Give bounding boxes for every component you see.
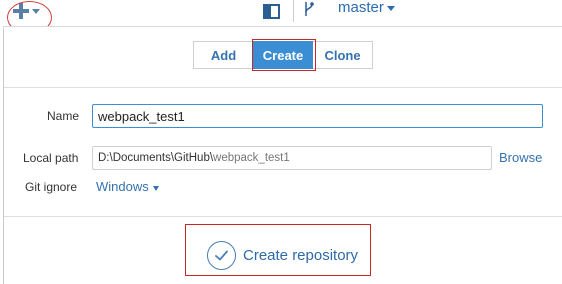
branch-caret-icon[interactable] (387, 6, 395, 11)
local-path-prefix: D:\Documents\GitHub\ (98, 152, 214, 164)
panel-border (3, 30, 4, 284)
caret-down-icon (32, 9, 40, 14)
local-path-suffix: webpack_test1 (213, 152, 290, 164)
divider (4, 87, 562, 88)
toolbar-divider (293, 0, 294, 22)
caret-down-icon[interactable] (153, 186, 159, 191)
create-repository-label: Create repository (243, 246, 359, 264)
branch-selector[interactable]: master (338, 0, 384, 16)
plus-icon (13, 3, 29, 19)
tab-clone[interactable]: Clone (313, 41, 373, 69)
local-path-input[interactable]: D:\Documents\GitHub\ webpack_test1 (92, 146, 492, 170)
mode-tabs: Add Create Clone (193, 41, 373, 69)
name-label: Name (47, 109, 80, 123)
git-ignore-select[interactable]: Windows (96, 179, 149, 194)
tab-create[interactable]: Create (253, 41, 313, 69)
panel-toggle-icon[interactable] (263, 4, 280, 19)
browse-link[interactable]: Browse (499, 150, 542, 165)
name-input[interactable] (92, 104, 543, 128)
top-toolbar: master (0, 0, 562, 34)
check-circle-icon (207, 240, 236, 270)
local-path-label: Local path (23, 151, 79, 165)
branch-icon (305, 2, 314, 16)
create-repository-button[interactable]: Create repository (207, 240, 358, 270)
git-ignore-label: Git ignore (25, 180, 78, 194)
divider (4, 216, 562, 217)
tab-add[interactable]: Add (193, 41, 253, 69)
